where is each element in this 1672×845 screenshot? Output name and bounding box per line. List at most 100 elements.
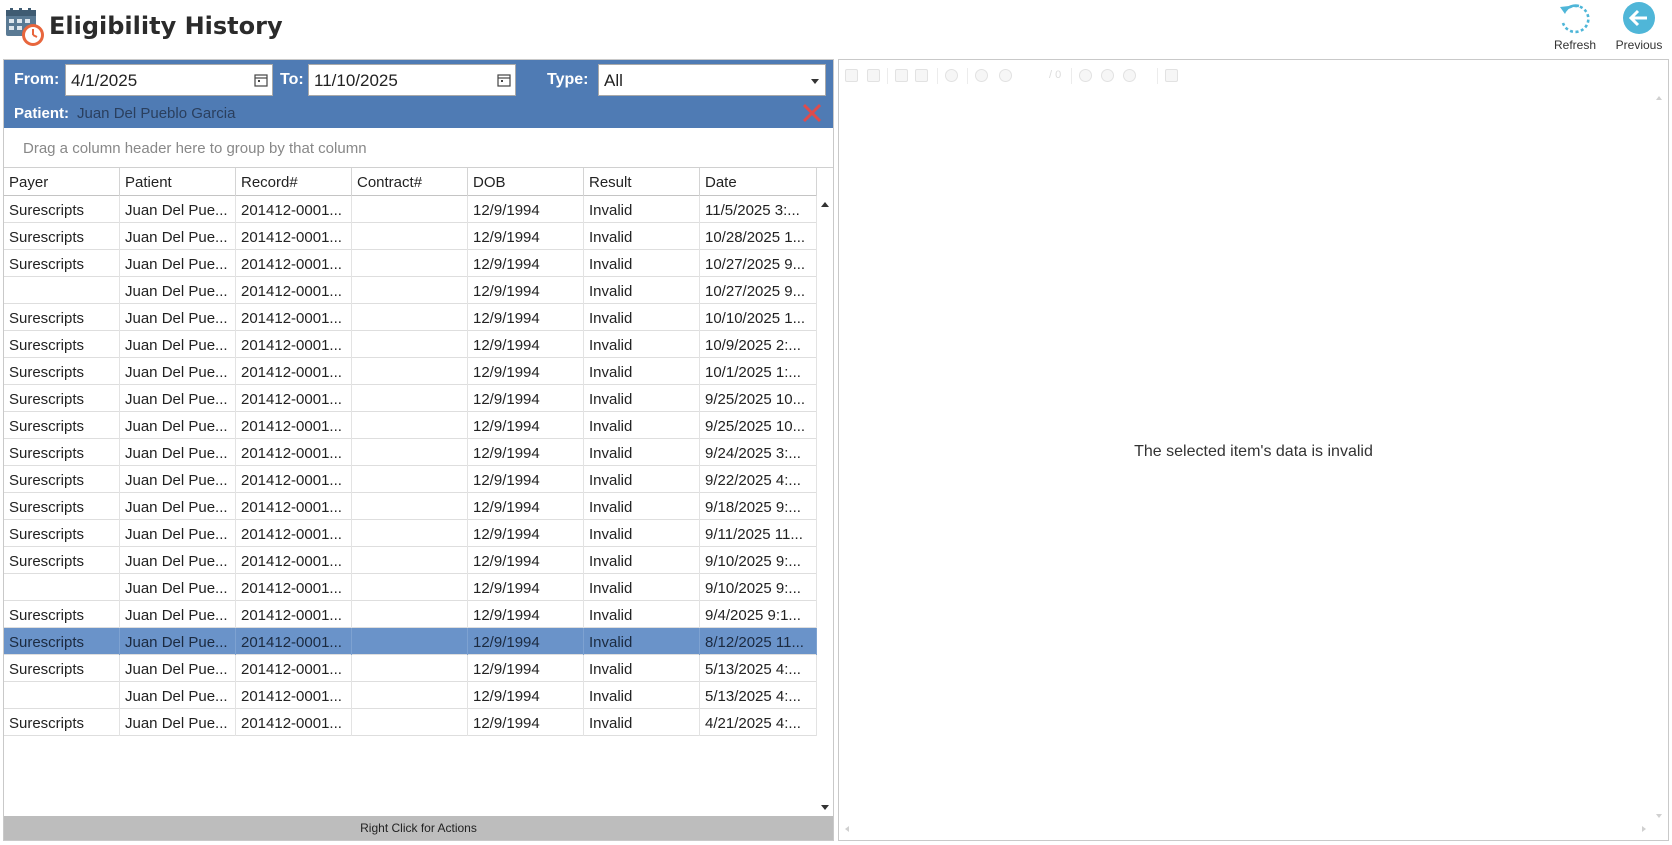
payer-cell: Surescripts	[4, 439, 120, 466]
patient-cell: Juan Del Pue...	[120, 412, 236, 439]
payer-cell: Surescripts	[4, 466, 120, 493]
date-cell: 10/27/2025 9...	[700, 250, 817, 277]
viewer-toolbar: / 0	[839, 60, 1668, 92]
dob-cell: 12/9/1994	[468, 547, 584, 574]
scroll-right-icon[interactable]	[1642, 826, 1646, 832]
table-row[interactable]: Surescripts Juan Del Pue... 201412-0001...…	[4, 709, 817, 736]
view-mode-icon[interactable]	[1165, 69, 1178, 82]
column-header-payer[interactable]: Payer	[4, 168, 120, 196]
close-icon[interactable]	[801, 102, 823, 124]
scroll-down-icon[interactable]	[821, 805, 829, 810]
table-row[interactable]: Surescripts Juan Del Pue... 201412-0001...…	[4, 439, 817, 466]
group-by-panel[interactable]: Drag a column header here to group by th…	[4, 128, 833, 168]
table-row[interactable]: Surescripts Juan Del Pue... 201412-0001...…	[4, 655, 817, 682]
result-cell: Invalid	[584, 682, 700, 709]
table-row[interactable]: Juan Del Pue... 201412-0001... 12/9/1994 In…	[4, 682, 817, 709]
from-date-field[interactable]: 4/1/2025	[65, 64, 273, 96]
from-label: From:	[14, 71, 60, 88]
table-row[interactable]: Surescripts Juan Del Pue... 201412-0001...…	[4, 196, 817, 223]
print-icon[interactable]	[867, 69, 880, 82]
export-icon[interactable]	[895, 69, 908, 82]
table-row[interactable]: Surescripts Juan Del Pue... 201412-0001...…	[4, 412, 817, 439]
table-row[interactable]: Surescripts Juan Del Pue... 201412-0001...…	[4, 547, 817, 574]
result-cell: Invalid	[584, 601, 700, 628]
vertical-scrollbar[interactable]	[817, 196, 833, 816]
calendar-icon[interactable]	[254, 73, 268, 87]
scroll-left-icon[interactable]	[845, 826, 849, 832]
date-cell: 9/18/2025 9:...	[700, 493, 817, 520]
dob-cell: 12/9/1994	[468, 682, 584, 709]
find-icon[interactable]	[945, 69, 958, 82]
zoom-out-icon[interactable]	[1101, 69, 1114, 82]
export-all-icon[interactable]	[915, 69, 928, 82]
record-cell: 201412-0001...	[236, 196, 352, 223]
result-cell: Invalid	[584, 655, 700, 682]
to-date-field[interactable]: 11/10/2025	[308, 64, 516, 96]
record-cell: 201412-0001...	[236, 709, 352, 736]
table-row[interactable]: Surescripts Juan Del Pue... 201412-0001...…	[4, 385, 817, 412]
table-row[interactable]: Surescripts Juan Del Pue... 201412-0001...…	[4, 358, 817, 385]
result-cell: Invalid	[584, 547, 700, 574]
date-cell: 9/24/2025 3:...	[700, 439, 817, 466]
group-by-hint: Drag a column header here to group by th…	[23, 140, 367, 157]
contract-cell	[352, 277, 468, 304]
contract-cell	[352, 385, 468, 412]
table-row[interactable]: Surescripts Juan Del Pue... 201412-0001...…	[4, 250, 817, 277]
patient-cell: Juan Del Pue...	[120, 385, 236, 412]
table-row-selected[interactable]: Surescripts Juan Del Pue... 201412-0001...…	[4, 628, 817, 655]
contract-cell	[352, 466, 468, 493]
payer-cell: Surescripts	[4, 196, 120, 223]
date-cell: 4/21/2025 4:...	[700, 709, 817, 736]
scroll-up-icon[interactable]	[1656, 96, 1662, 100]
column-header-date[interactable]: Date	[700, 168, 817, 196]
table-row[interactable]: Surescripts Juan Del Pue... 201412-0001...…	[4, 493, 817, 520]
result-cell: Invalid	[584, 628, 700, 655]
filter-bar: From: 4/1/2025 To: 11/10/2025 Type: All …	[4, 60, 833, 128]
table-row[interactable]: Surescripts Juan Del Pue... 201412-0001...…	[4, 466, 817, 493]
record-cell: 201412-0001...	[236, 493, 352, 520]
contract-cell	[352, 223, 468, 250]
refresh-button[interactable]: Refresh	[1543, 0, 1607, 56]
record-cell: 201412-0001...	[236, 655, 352, 682]
table-row[interactable]: Juan Del Pue... 201412-0001... 12/9/1994 In…	[4, 277, 817, 304]
dob-cell: 12/9/1994	[468, 628, 584, 655]
column-header-dob[interactable]: DOB	[468, 168, 584, 196]
scroll-up-icon[interactable]	[821, 202, 829, 207]
toolbar-separator	[887, 68, 888, 84]
open-icon[interactable]	[845, 69, 858, 82]
table-row[interactable]: Surescripts Juan Del Pue... 201412-0001...…	[4, 223, 817, 250]
type-select[interactable]: All	[598, 64, 826, 96]
calendar-icon[interactable]	[497, 73, 511, 87]
result-cell: Invalid	[584, 466, 700, 493]
dob-cell: 12/9/1994	[468, 385, 584, 412]
next-page-icon[interactable]	[999, 69, 1012, 82]
contract-cell	[352, 331, 468, 358]
contract-cell	[352, 358, 468, 385]
zoom-icon[interactable]	[1123, 69, 1136, 82]
contract-cell	[352, 250, 468, 277]
result-cell: Invalid	[584, 196, 700, 223]
table-row[interactable]: Surescripts Juan Del Pue... 201412-0001...…	[4, 304, 817, 331]
previous-button[interactable]: Previous	[1607, 0, 1671, 56]
previous-page-icon[interactable]	[975, 69, 988, 82]
table-row[interactable]: Surescripts Juan Del Pue... 201412-0001...…	[4, 520, 817, 547]
table-row[interactable]: Juan Del Pue... 201412-0001... 12/9/1994 In…	[4, 574, 817, 601]
payer-cell: Surescripts	[4, 412, 120, 439]
payer-cell	[4, 574, 120, 601]
column-header-record[interactable]: Record#	[236, 168, 352, 196]
table-row[interactable]: Surescripts Juan Del Pue... 201412-0001...…	[4, 601, 817, 628]
date-cell: 8/12/2025 11...	[700, 628, 817, 655]
document-viewer: / 0 The selected item's data is invalid	[838, 59, 1669, 841]
column-header-contract[interactable]: Contract#	[352, 168, 468, 196]
zoom-in-icon[interactable]	[1079, 69, 1092, 82]
dob-cell: 12/9/1994	[468, 439, 584, 466]
result-cell: Invalid	[584, 250, 700, 277]
scroll-down-icon[interactable]	[1656, 814, 1662, 818]
status-bar[interactable]: Right Click for Actions	[4, 816, 833, 840]
page-title: Eligibility History	[49, 12, 283, 40]
column-header-patient[interactable]: Patient	[120, 168, 236, 196]
record-cell: 201412-0001...	[236, 385, 352, 412]
column-header-result[interactable]: Result	[584, 168, 700, 196]
dob-cell: 12/9/1994	[468, 412, 584, 439]
table-row[interactable]: Surescripts Juan Del Pue... 201412-0001...…	[4, 331, 817, 358]
